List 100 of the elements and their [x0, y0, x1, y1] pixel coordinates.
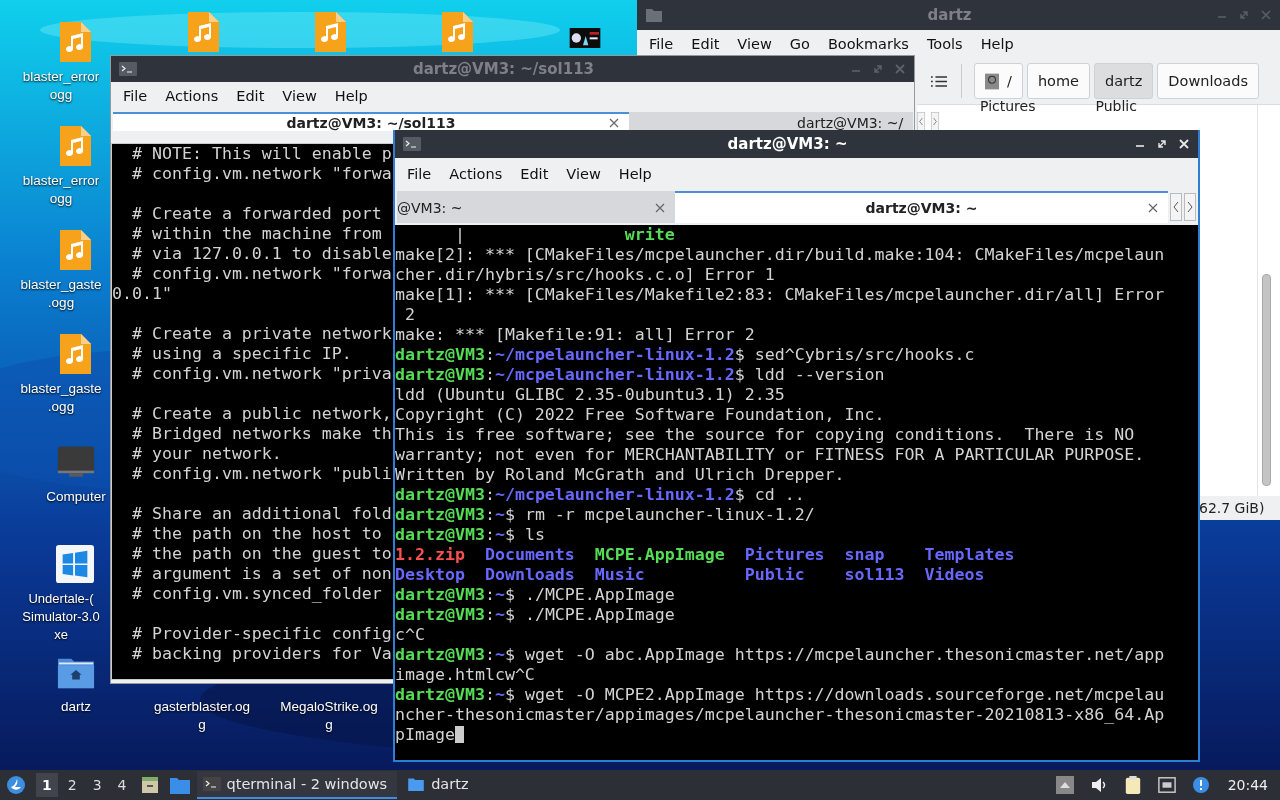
workspace-button[interactable]: 4 [111, 773, 133, 797]
folder-icon [407, 777, 426, 791]
start-menu-icon[interactable] [6, 775, 26, 795]
icon-label[interactable]: Computer [46, 488, 106, 506]
terminal-text: warranty; not even for MERCHANTABILITY or FITNESS FOR A PARTICULAR PURPOSE. [395, 445, 1145, 464]
icon-label[interactable]: blaster_gaste .ogg [20, 380, 102, 416]
list-view-icon[interactable] [931, 74, 947, 88]
window-title: dartz@VM3: ~ [726, 135, 849, 153]
menu-item[interactable]: File [114, 86, 157, 106]
menu-item[interactable]: Tools [917, 34, 972, 54]
drive-icon [985, 72, 999, 90]
terminal-text: ~/mcpelauncher-linux-1.2 [494, 365, 735, 384]
terminal-text: dartz@VM3 [395, 505, 485, 524]
terminal-text: # backing providers for Va [130, 644, 392, 663]
terminal-tab[interactable]: @VM3: ~ [397, 191, 675, 223]
chevron-left-icon[interactable] [915, 112, 928, 131]
terminal-text: ~ [494, 645, 505, 664]
windows-logo-icon[interactable] [56, 542, 94, 586]
terminal-text: : [484, 365, 495, 384]
icon-label[interactable]: Undertale-( Simulator-3.0 xe [22, 590, 100, 644]
terminal-text: ~ [494, 525, 505, 544]
terminal-text: dartz@VM3 [395, 485, 485, 504]
close-icon[interactable] [1148, 203, 1158, 213]
terminal-text: # config.vm.network "publi [130, 464, 392, 483]
file-name[interactable]: Pictures [980, 99, 1036, 113]
menu-item[interactable]: View [557, 163, 610, 184]
path-button[interactable]: Downloads [1157, 63, 1259, 99]
menu-item[interactable]: View [273, 86, 326, 106]
terminal-text: cher.dir/hybris/src/hooks.c.o] Error 1 [395, 265, 775, 284]
menu-item[interactable]: File [640, 34, 683, 54]
workspace-button[interactable]: 2 [61, 773, 83, 797]
terminal-tab[interactable]: dartz@VM3: ~/sol113 [113, 112, 629, 131]
terminal-text: # Share an additional fold [130, 504, 392, 523]
menu-item[interactable]: Edit [682, 34, 729, 54]
terminal-text: dartz@VM3 [395, 585, 485, 604]
menu-item[interactable]: Help [325, 86, 377, 106]
icon-label[interactable]: MegaloStrike.og g [280, 698, 378, 734]
terminal-text: dartz@VM3 [395, 645, 485, 664]
terminal-text: make[1]: *** [CMakeFiles/Makefile2:83: CMakeFiles/mcpelauncher.dir/all] Error [395, 285, 1165, 304]
terminal-text: sol113 [843, 565, 905, 584]
terminal-text: ~ [494, 685, 505, 704]
terminal-text: $ ./MCPE.AppImage [504, 605, 675, 624]
path-button[interactable]: home [1026, 63, 1090, 99]
terminal-text: dartz@VM3 [395, 605, 485, 624]
workspace-button[interactable]: 3 [86, 773, 108, 797]
menu-item[interactable]: Go [780, 34, 819, 54]
taskbar-button[interactable]: dartz [401, 771, 479, 799]
taskbar-button[interactable]: qterminal - 2 windows [196, 771, 398, 799]
terminal-text: # Create a forwarded port [130, 204, 382, 223]
maximize-icon[interactable] [1156, 138, 1168, 150]
terminal-tab[interactable]: dartz@VM3: ~ [675, 191, 1168, 223]
path-button[interactable]: dartz [1094, 63, 1154, 99]
terminal-text: Downloads [483, 565, 575, 584]
terminal-text: 2 [404, 305, 415, 324]
workspace-button[interactable]: 1 [36, 773, 58, 797]
file-name[interactable]: Public [1095, 99, 1137, 113]
terminal-text: ~ [494, 505, 505, 524]
terminal-text: Desktop [395, 565, 465, 584]
icon-label[interactable]: blaster_gaste .ogg [20, 276, 102, 312]
icon-label[interactable]: dartz [61, 698, 91, 716]
terminal-icon [202, 777, 221, 791]
terminal-text: # config.vm.network "forwa [130, 264, 392, 283]
network-icon[interactable] [1157, 776, 1176, 794]
terminal-text: Documents [483, 545, 575, 564]
terminal-text: Videos [923, 565, 985, 584]
menu-item[interactable]: Edit [511, 163, 558, 184]
path-button[interactable]: / [974, 63, 1023, 99]
close-icon[interactable] [609, 118, 619, 128]
terminal-text: Written by Roland McGrath and Ulrich Drepper. [395, 465, 845, 484]
file-cabinet-icon[interactable] [139, 776, 160, 794]
terminal-text: # Bridged networks make th [130, 424, 392, 443]
menu-item[interactable]: Actions [440, 163, 512, 184]
menu-item[interactable]: Help [971, 34, 1023, 54]
terminal-text: image.htmlcw^C [395, 665, 535, 684]
terminal-text: # config.vm.network "priva [130, 364, 392, 383]
terminal-text: | [453, 225, 465, 244]
notification-icon[interactable] [1191, 776, 1210, 794]
window-title: dartz@VM3: ~/sol113 [411, 60, 596, 78]
terminal-text: Pictures [743, 545, 825, 564]
terminal-text: # NOTE: This will enable p [130, 144, 392, 163]
terminal-text: Public [743, 565, 805, 584]
menu-item[interactable]: Actions [156, 86, 228, 106]
terminal-text: 0.0.1" [112, 284, 172, 303]
terminal-text: : [484, 585, 495, 604]
clock[interactable]: 20:44 [1227, 777, 1268, 793]
icon-label[interactable]: gasterblaster.og g [153, 698, 251, 734]
window-title: dartz [926, 6, 973, 24]
menu-item[interactable]: Bookmarks [818, 34, 918, 54]
folder-icon[interactable] [169, 776, 190, 794]
speaker-icon[interactable] [1089, 776, 1108, 794]
menu-item[interactable]: Help [609, 163, 661, 184]
chevron-right-icon[interactable] [929, 112, 942, 131]
terminal-text: ~/mcpelauncher-linux-1.2 [494, 345, 735, 364]
menu-item[interactable]: Edit [227, 86, 274, 106]
terminal-text: dartz@VM3 [395, 685, 485, 704]
terminal-text: # Create a public network, [130, 404, 392, 423]
terminal-text: Music [593, 565, 645, 584]
menu-item[interactable]: File [398, 163, 441, 184]
clipboard-icon[interactable] [1123, 776, 1142, 794]
menu-item[interactable]: View [728, 34, 781, 54]
